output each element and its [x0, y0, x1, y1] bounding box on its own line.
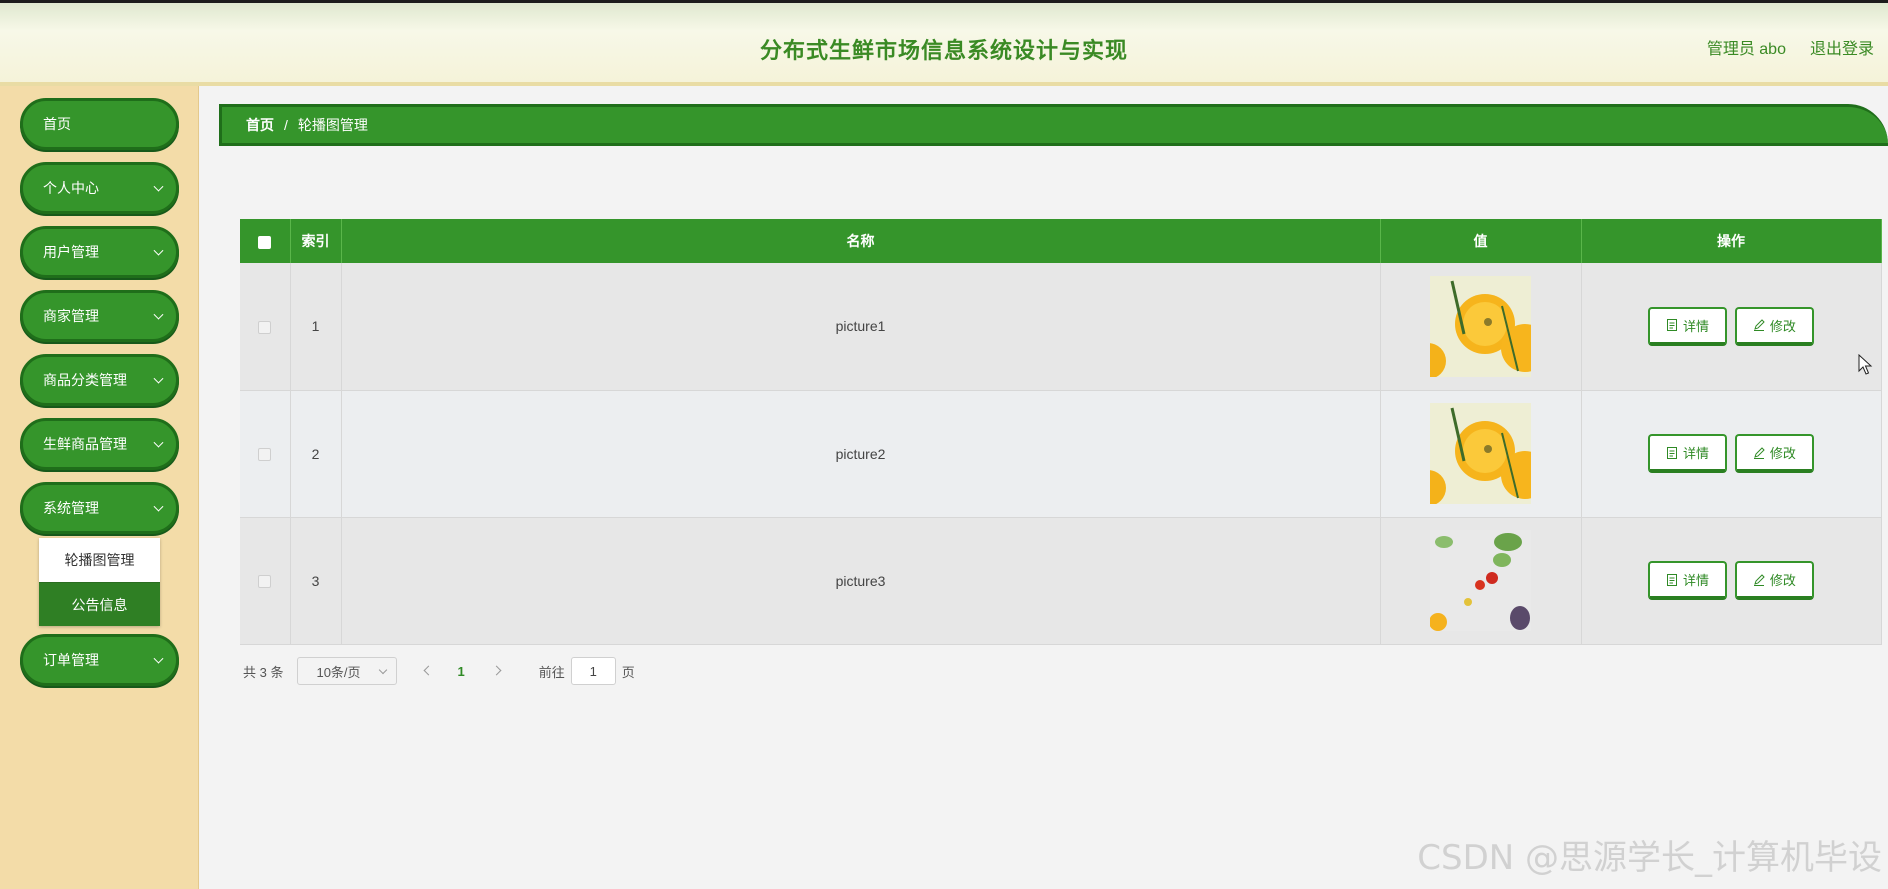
sidebar-item-categories[interactable]: 商品分类管理	[20, 354, 179, 406]
sidebar: 首页 个人中心 用户管理 商家管理 商品分类管理 生鲜商品管理 系统管理 订单管…	[0, 86, 199, 889]
goto-label: 前往	[538, 664, 565, 680]
table-row: 3 picture3 详情 修改	[240, 517, 1882, 645]
prev-page-button[interactable]	[423, 666, 433, 676]
document-icon	[1667, 446, 1678, 459]
sidebar-item-label: 个人中心	[43, 180, 99, 196]
chevron-down-icon	[153, 653, 164, 664]
goto-page-input[interactable]	[570, 657, 616, 685]
carousel-table: 索引 名称 值 操作 1 picture1 详情 修改 2 picture2 详…	[240, 219, 1882, 645]
user-role-label: 管理员 abo	[1706, 41, 1786, 58]
table-row: 2 picture2 详情 修改	[240, 390, 1882, 518]
sidebar-item-label: 首页	[43, 116, 71, 132]
chevron-down-icon	[153, 437, 164, 448]
row-name: picture2	[341, 390, 1381, 518]
edit-button-label: 修改	[1769, 573, 1796, 588]
mouse-cursor-icon	[1858, 354, 1873, 375]
document-icon	[1667, 319, 1678, 332]
watermark: CSDN @思源学长_计算机毕设	[1417, 838, 1882, 878]
select-all-cell	[240, 219, 291, 263]
logout-link[interactable]: 退出登录	[1810, 35, 1874, 59]
document-icon	[1667, 573, 1678, 586]
chevron-down-icon	[153, 501, 164, 512]
chevron-down-icon	[153, 181, 164, 192]
sidebar-item-label: 生鲜商品管理	[43, 436, 127, 452]
row-index: 1	[290, 263, 342, 391]
top-header: 分布式生鲜市场信息系统设计与实现 管理员 abo 退出登录	[0, 0, 1888, 86]
carousel-image-vegetables	[1430, 530, 1531, 631]
breadcrumb-home[interactable]: 首页	[246, 115, 274, 135]
row-index: 2	[290, 390, 342, 518]
row-checkbox[interactable]	[258, 321, 272, 335]
page-size-value: 10条/页	[316, 664, 361, 680]
pagination: 共 3 条 10条/页 1 前往 页	[243, 657, 635, 685]
goto-unit: 页	[621, 664, 635, 680]
app-title: 分布式生鲜市场信息系统设计与实现	[759, 38, 1128, 63]
sidebar-item-label: 用户管理	[43, 244, 99, 260]
column-header-actions: 操作	[1581, 219, 1882, 263]
edit-button-label: 修改	[1769, 446, 1796, 461]
submenu-item-carousel[interactable]: 轮播图管理	[39, 538, 160, 582]
detail-button[interactable]: 详情	[1648, 306, 1728, 346]
pagination-total: 共 3 条	[243, 664, 284, 680]
row-name: picture3	[341, 517, 1381, 645]
sidebar-item-merchants[interactable]: 商家管理	[20, 290, 179, 342]
detail-button-label: 详情	[1683, 573, 1710, 588]
sidebar-item-label: 商家管理	[43, 308, 99, 324]
breadcrumb-current: 轮播图管理	[297, 117, 368, 133]
chevron-down-icon	[153, 373, 164, 384]
user-area: 管理员 abo 退出登录	[1707, 35, 1874, 59]
edit-button-label: 修改	[1769, 318, 1796, 334]
sidebar-item-label: 系统管理	[43, 500, 99, 516]
sidebar-item-system[interactable]: 系统管理	[20, 482, 179, 534]
column-header-index: 索引	[290, 219, 342, 263]
row-name: picture1	[341, 263, 1381, 391]
table-header-row: 索引 名称 值 操作	[240, 219, 1882, 263]
sidebar-item-profile[interactable]: 个人中心	[20, 162, 179, 214]
sidebar-item-users[interactable]: 用户管理	[20, 226, 179, 278]
select-all-checkbox[interactable]	[258, 235, 272, 249]
sidebar-item-label: 订单管理	[43, 652, 99, 668]
pencil-icon	[1753, 446, 1765, 459]
submenu-item-announcements[interactable]: 公告信息	[39, 582, 160, 626]
breadcrumb: 首页 / 轮播图管理	[219, 104, 1888, 146]
detail-button[interactable]: 详情	[1648, 434, 1728, 473]
next-page-button[interactable]	[491, 666, 501, 676]
system-submenu: 轮播图管理 公告信息	[39, 538, 160, 626]
row-index: 3	[290, 517, 342, 645]
detail-button-label: 详情	[1683, 318, 1710, 334]
carousel-image-orange	[1430, 403, 1531, 504]
sidebar-item-label: 商品分类管理	[43, 372, 127, 388]
chevron-down-icon	[379, 665, 388, 675]
sidebar-item-products[interactable]: 生鲜商品管理	[20, 418, 179, 470]
pencil-icon	[1753, 573, 1765, 586]
page-number-current[interactable]: 1	[457, 664, 464, 679]
row-checkbox[interactable]	[258, 448, 272, 462]
carousel-image-orange	[1430, 275, 1531, 377]
row-checkbox[interactable]	[258, 575, 272, 589]
table-row: 1 picture1 详情 修改	[240, 263, 1882, 391]
edit-button[interactable]: 修改	[1734, 306, 1814, 346]
pencil-icon	[1753, 319, 1765, 332]
sidebar-item-home[interactable]: 首页	[20, 98, 179, 150]
breadcrumb-separator: /	[284, 117, 288, 133]
chevron-down-icon	[153, 245, 164, 256]
edit-button[interactable]: 修改	[1734, 561, 1814, 600]
column-header-name: 名称	[341, 219, 1381, 263]
chevron-down-icon	[153, 309, 164, 320]
detail-button-label: 详情	[1683, 446, 1710, 461]
column-header-value: 值	[1380, 219, 1582, 263]
detail-button[interactable]: 详情	[1648, 561, 1728, 600]
edit-button[interactable]: 修改	[1734, 434, 1814, 473]
sidebar-item-orders[interactable]: 订单管理	[20, 634, 179, 686]
page-size-select[interactable]: 10条/页	[297, 657, 398, 685]
